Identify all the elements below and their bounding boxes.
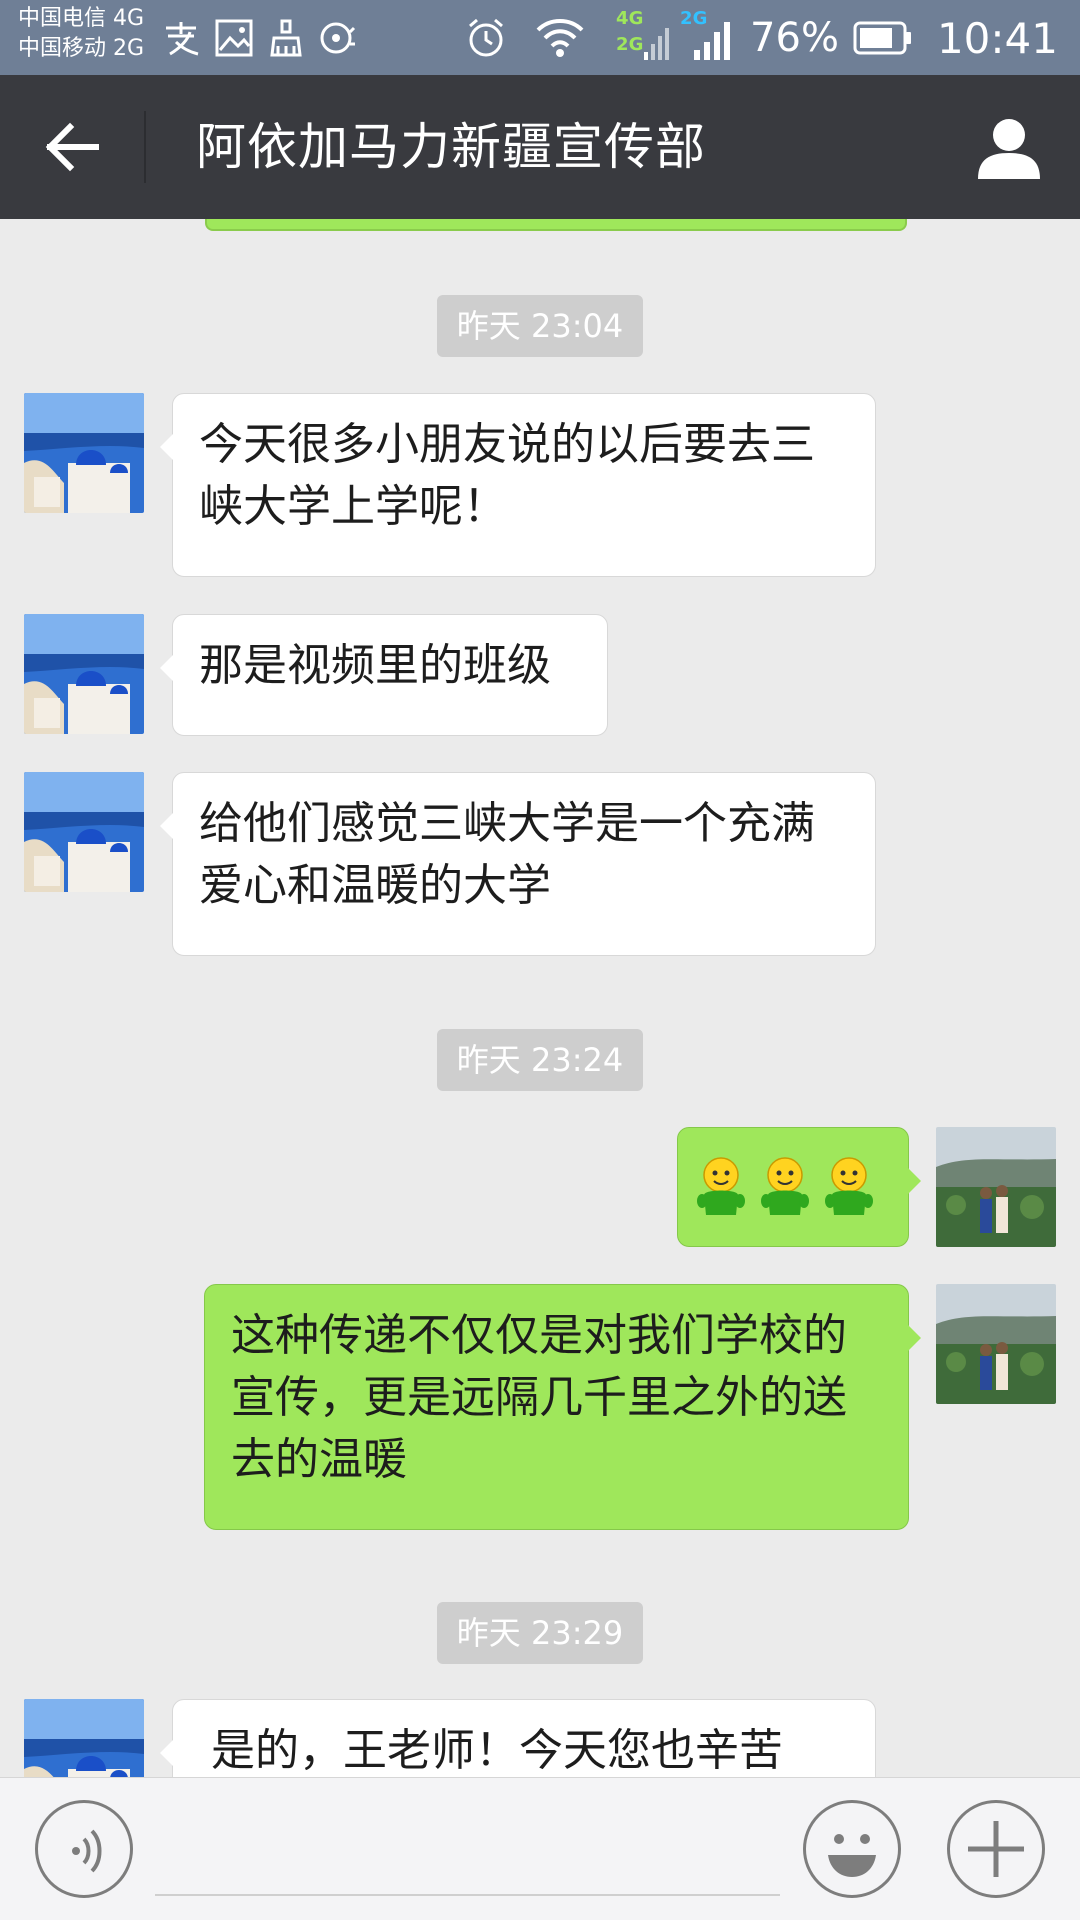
timestamp: 昨天 23:04 bbox=[437, 295, 643, 357]
contact-avatar[interactable] bbox=[24, 614, 144, 734]
title-divider bbox=[144, 111, 146, 183]
alipay-icon bbox=[166, 22, 199, 56]
smiley-figure-icon bbox=[825, 1157, 873, 1215]
timestamp: 昨天 23:24 bbox=[437, 1029, 643, 1091]
signal-icon-2 bbox=[694, 22, 731, 60]
music-icon bbox=[320, 22, 356, 54]
outgoing-message[interactable]: 这种传递不仅仅是对我们学校的宣传，更是远隔几千里之外的送去的温暖 bbox=[204, 1284, 921, 1530]
timestamp: 昨天 23:29 bbox=[437, 1602, 643, 1664]
smiley-figure-icon bbox=[761, 1157, 809, 1215]
battery-icon bbox=[853, 21, 911, 55]
back-arrow-icon[interactable] bbox=[40, 115, 104, 179]
person-icon[interactable] bbox=[976, 115, 1042, 181]
message-input[interactable] bbox=[155, 1806, 780, 1892]
alarm-icon bbox=[469, 18, 504, 57]
smiley-figure-icon bbox=[697, 1157, 745, 1215]
title-bar: 阿依加马力新疆宣传部 bbox=[0, 75, 1080, 219]
carrier-2: 中国移动 2G bbox=[18, 36, 145, 61]
signal-icon-1 bbox=[644, 28, 670, 60]
clean-icon bbox=[270, 19, 302, 57]
clock: 10:41 bbox=[936, 13, 1058, 63]
message-text: 今天很多小朋友说的以后要去三峡大学上学呢！ bbox=[199, 419, 815, 532]
carrier-1: 中国电信 4G bbox=[18, 6, 145, 31]
wifi-icon bbox=[536, 19, 584, 57]
previous-message-bubble bbox=[205, 219, 907, 231]
emoji-icon bbox=[828, 1834, 876, 1877]
voice-button[interactable] bbox=[35, 1800, 133, 1898]
message-text: 给他们感觉三峡大学是一个充满爱心和温暖的大学 bbox=[199, 798, 815, 911]
input-bar bbox=[0, 1777, 1080, 1920]
chat-title: 阿依加马力新疆宣传部 bbox=[196, 118, 706, 176]
input-underline bbox=[155, 1894, 780, 1896]
network-indicators: 4G 2G 2G bbox=[616, 8, 736, 68]
my-avatar[interactable] bbox=[936, 1127, 1056, 1247]
message-list[interactable]: 昨天 23:04 今天很多小朋友说的以后要去三峡大学上学呢！ 那是视频里的班级 bbox=[0, 219, 1080, 1777]
outgoing-message[interactable] bbox=[677, 1127, 921, 1247]
carrier-info: 中国电信 4G 中国移动 2G bbox=[18, 4, 144, 64]
emoji-button[interactable] bbox=[803, 1800, 901, 1898]
message-text: 这种传递不仅仅是对我们学校的宣传，更是远隔几千里之外的送去的温暖 bbox=[231, 1310, 847, 1485]
contact-avatar[interactable] bbox=[24, 772, 144, 892]
voice-icon bbox=[72, 1829, 102, 1873]
message-text: 是的，王老师！今天您也辛苦 bbox=[211, 1725, 783, 1776]
image-icon bbox=[215, 19, 253, 57]
network-4g-label: 4G bbox=[616, 8, 644, 29]
status-bar: 中国电信 4G 中国移动 2G 4G 2G 2G 76% 10:41 bbox=[0, 0, 1080, 75]
plus-button[interactable] bbox=[947, 1800, 1045, 1898]
message-text: 那是视频里的班级 bbox=[199, 640, 551, 691]
battery-percent: 76% bbox=[750, 15, 839, 61]
incoming-message[interactable]: 给他们感觉三峡大学是一个充满爱心和温暖的大学 bbox=[160, 772, 876, 956]
incoming-message[interactable]: 今天很多小朋友说的以后要去三峡大学上学呢！ bbox=[160, 393, 876, 577]
contact-avatar[interactable] bbox=[24, 1699, 144, 1777]
incoming-message[interactable]: 那是视频里的班级 bbox=[160, 614, 608, 736]
incoming-message[interactable]: 是的，王老师！今天您也辛苦 bbox=[160, 1699, 876, 1777]
network-2g-label-a: 2G bbox=[616, 34, 644, 55]
my-avatar[interactable] bbox=[936, 1284, 1056, 1404]
status-right: 4G 2G 2G 76% 10:41 bbox=[464, 8, 1058, 68]
plus-icon bbox=[968, 1821, 1024, 1877]
contact-avatar[interactable] bbox=[24, 393, 144, 513]
